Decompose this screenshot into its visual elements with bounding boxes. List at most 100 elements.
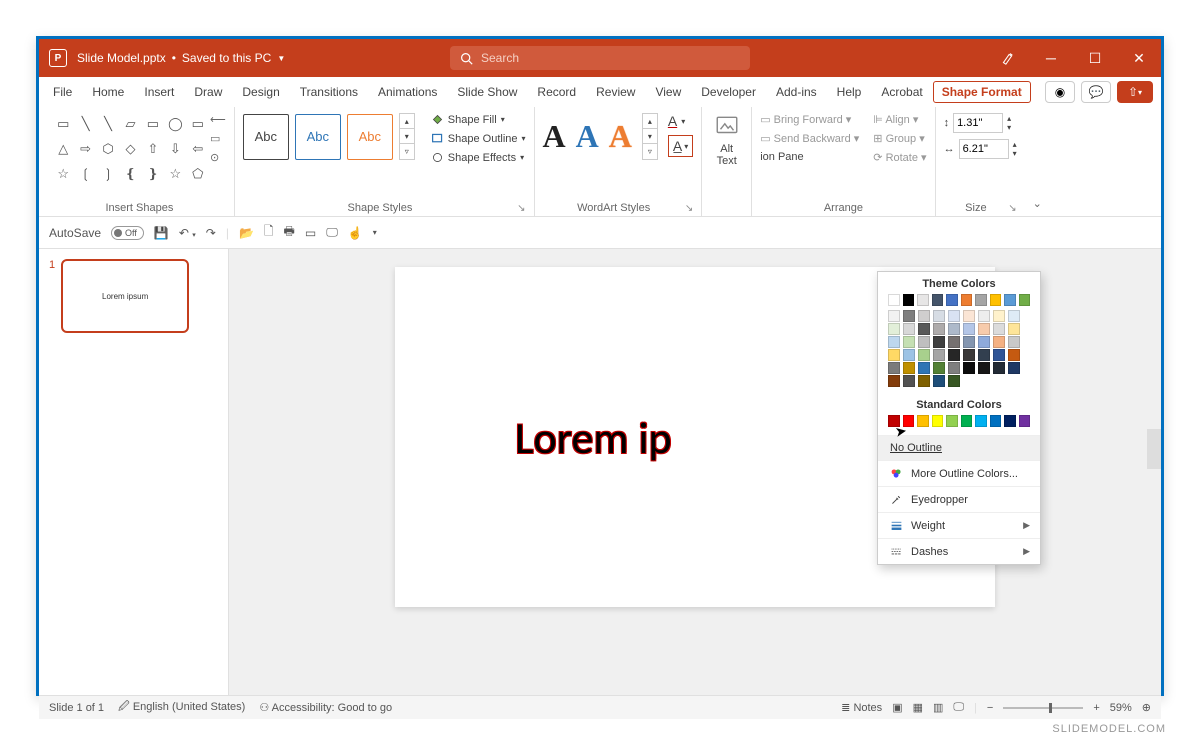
color-swatch[interactable] bbox=[933, 375, 945, 387]
color-swatch[interactable] bbox=[978, 336, 990, 348]
zoom-slider[interactable] bbox=[1003, 707, 1083, 709]
slide-counter[interactable]: Slide 1 of 1 bbox=[49, 702, 104, 714]
tab-home[interactable]: Home bbox=[82, 77, 134, 107]
dialog-launcher-icon[interactable]: ↘ bbox=[685, 203, 693, 214]
color-swatch[interactable] bbox=[993, 336, 1005, 348]
color-swatch[interactable] bbox=[1008, 310, 1020, 322]
alt-text-button[interactable]: Alt Text bbox=[710, 113, 743, 167]
color-swatch[interactable] bbox=[993, 323, 1005, 335]
color-swatch[interactable] bbox=[918, 349, 930, 361]
color-swatch[interactable] bbox=[961, 294, 973, 306]
collapse-ribbon-button[interactable]: ⌄ bbox=[1025, 107, 1050, 216]
color-swatch[interactable] bbox=[961, 415, 973, 427]
color-swatch[interactable] bbox=[948, 310, 960, 322]
color-swatch[interactable] bbox=[948, 349, 960, 361]
color-swatch[interactable] bbox=[903, 336, 915, 348]
shape-style-gallery[interactable]: Abc Abc Abc ▴▾▿ bbox=[243, 113, 415, 160]
color-swatch[interactable] bbox=[1019, 294, 1031, 306]
color-swatch[interactable] bbox=[1004, 294, 1016, 306]
color-swatch[interactable] bbox=[948, 362, 960, 374]
color-swatch[interactable] bbox=[990, 294, 1002, 306]
height-input[interactable]: ↕▴▾ bbox=[944, 113, 1017, 133]
color-swatch[interactable] bbox=[933, 336, 945, 348]
comments-button[interactable]: 💬 bbox=[1081, 81, 1111, 103]
color-swatch[interactable] bbox=[993, 349, 1005, 361]
tab-review[interactable]: Review bbox=[586, 77, 645, 107]
color-swatch[interactable] bbox=[888, 310, 900, 322]
slideshow-start-icon[interactable]: ▭ bbox=[305, 226, 316, 240]
more-outline-colors-item[interactable]: More Outline Colors... bbox=[878, 460, 1040, 486]
color-swatch[interactable] bbox=[1008, 336, 1020, 348]
color-swatch[interactable] bbox=[1008, 362, 1020, 374]
tab-slideshow[interactable]: Slide Show bbox=[447, 77, 527, 107]
reading-view-icon[interactable]: ▥ bbox=[933, 701, 943, 714]
close-button[interactable]: ✕ bbox=[1117, 39, 1161, 77]
zoom-in-button[interactable]: + bbox=[1093, 702, 1099, 714]
tab-addins[interactable]: Add-ins bbox=[766, 77, 827, 107]
presenter-icon[interactable]: 🖵 bbox=[326, 225, 338, 240]
color-swatch[interactable] bbox=[1008, 323, 1020, 335]
wordart-gallery-nav[interactable]: ▴▾▿ bbox=[642, 113, 658, 160]
sorter-view-icon[interactable]: ▦ bbox=[913, 701, 923, 714]
shapes-gallery[interactable]: ▭╲╲▱▭◯▭ △⇨⬡◇⇧⇩⇦ ☆❲❳❴❵☆⬠ bbox=[53, 113, 208, 185]
tab-acrobat[interactable]: Acrobat bbox=[871, 77, 932, 107]
file-info[interactable]: Slide Model.pptx • Saved to this PC ▼ bbox=[77, 51, 285, 65]
color-swatch[interactable] bbox=[888, 349, 900, 361]
style-1[interactable]: Abc bbox=[243, 114, 289, 160]
normal-view-icon[interactable]: ▣ bbox=[892, 701, 902, 714]
color-swatch[interactable] bbox=[903, 375, 915, 387]
save-icon[interactable]: 💾 bbox=[154, 226, 169, 240]
color-swatch[interactable] bbox=[978, 349, 990, 361]
color-swatch[interactable] bbox=[932, 415, 944, 427]
send-backward-button[interactable]: ▭ Send Backward ▾ bbox=[760, 132, 859, 145]
tab-draw[interactable]: Draw bbox=[184, 77, 232, 107]
zoom-out-button[interactable]: − bbox=[987, 702, 993, 714]
color-swatch[interactable] bbox=[993, 362, 1005, 374]
maximize-button[interactable]: ☐ bbox=[1073, 39, 1117, 77]
color-swatch[interactable] bbox=[946, 415, 958, 427]
language-indicator[interactable]: 🖉 English (United States) bbox=[118, 698, 245, 717]
color-swatch[interactable] bbox=[918, 362, 930, 374]
tab-file[interactable]: File bbox=[43, 77, 82, 107]
width-input[interactable]: ↔▴▾ bbox=[944, 139, 1017, 159]
draw-icon[interactable] bbox=[985, 39, 1029, 77]
bring-forward-button[interactable]: ▭ Bring Forward ▾ bbox=[760, 113, 859, 126]
shape-fill-button[interactable]: Shape Fill ▾ bbox=[431, 113, 526, 126]
dialog-launcher-icon[interactable]: ↘ bbox=[1008, 203, 1016, 214]
color-swatch[interactable] bbox=[1008, 349, 1020, 361]
color-swatch[interactable] bbox=[888, 336, 900, 348]
color-swatch[interactable] bbox=[932, 294, 944, 306]
slideshow-view-icon[interactable]: 🖵 bbox=[953, 701, 964, 714]
color-swatch[interactable] bbox=[978, 310, 990, 322]
color-swatch[interactable] bbox=[963, 362, 975, 374]
color-swatch[interactable] bbox=[917, 294, 929, 306]
tab-design[interactable]: Design bbox=[232, 77, 289, 107]
color-swatch[interactable] bbox=[990, 415, 1002, 427]
text-fill-button[interactable]: A▾ bbox=[668, 113, 693, 129]
color-swatch[interactable] bbox=[888, 375, 900, 387]
color-swatch[interactable] bbox=[918, 310, 930, 322]
open-icon[interactable]: 📂 bbox=[239, 226, 254, 240]
undo-button[interactable]: ↶ ▾ bbox=[179, 226, 196, 240]
textbox-lorem[interactable]: Lorem ip bbox=[515, 411, 672, 465]
shape-effects-button[interactable]: Shape Effects ▾ bbox=[431, 151, 526, 164]
color-swatch[interactable] bbox=[933, 323, 945, 335]
eyedropper-item[interactable]: Eyedropper bbox=[878, 486, 1040, 512]
color-swatch[interactable] bbox=[963, 310, 975, 322]
color-swatch[interactable] bbox=[888, 294, 900, 306]
tab-developer[interactable]: Developer bbox=[691, 77, 766, 107]
minimize-button[interactable]: ─ bbox=[1029, 39, 1073, 77]
zoom-percent[interactable]: 59% bbox=[1110, 702, 1132, 714]
text-outline-button[interactable]: A̲▾ bbox=[668, 135, 693, 157]
wordart-style-2[interactable]: A bbox=[576, 118, 599, 155]
align-button[interactable]: ⊫ Align ▾ bbox=[873, 113, 926, 126]
qat-more-icon[interactable]: ▾ bbox=[373, 228, 377, 237]
color-swatch[interactable] bbox=[978, 362, 990, 374]
color-swatch[interactable] bbox=[933, 349, 945, 361]
color-swatch[interactable] bbox=[948, 375, 960, 387]
slide-thumbnail-1[interactable]: Lorem ipsum bbox=[61, 259, 189, 333]
color-swatch[interactable] bbox=[978, 323, 990, 335]
color-swatch[interactable] bbox=[1004, 415, 1016, 427]
touch-icon[interactable]: ☝ bbox=[348, 226, 363, 240]
dashes-item[interactable]: Dashes▶ bbox=[878, 538, 1040, 564]
